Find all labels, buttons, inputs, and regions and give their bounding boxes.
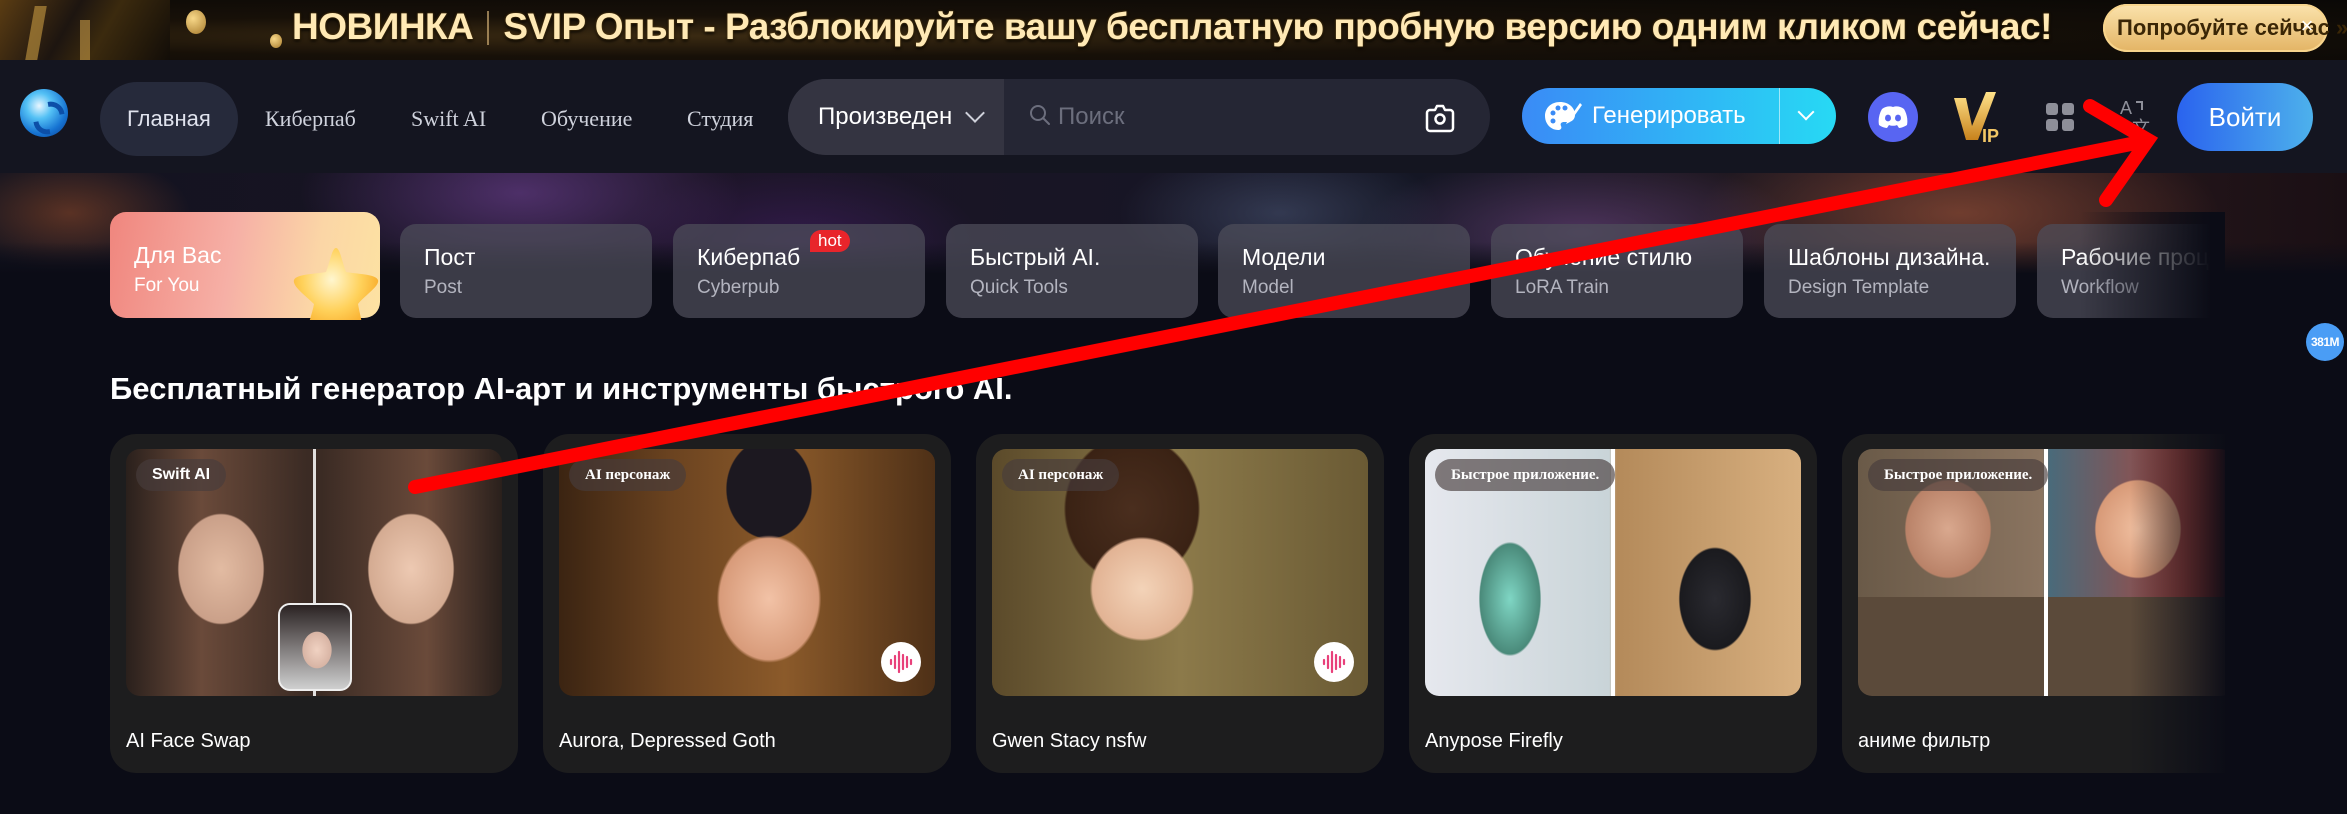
nav-item-label: Главная [127,106,211,131]
svg-text:IP: IP [1982,126,1999,146]
page: НОВИНКА SVIP Опыт - Разблокируйте вашу бе… [0,0,2347,814]
promo-text: НОВИНКА SVIP Опыт - Разблокируйте вашу бе… [292,6,2052,48]
tab-subtitle: LoRA Train [1515,277,1609,298]
promo-badge: НОВИНКА [292,6,474,47]
hot-badge: hot [810,230,850,252]
card-face-swap[interactable]: Swift AI AI Face Swap [110,434,518,773]
search-type-dropdown[interactable]: Произведен [788,79,1004,155]
promo-banner[interactable]: НОВИНКА SVIP Опыт - Разблокируйте вашу бе… [0,0,2347,60]
camera-icon[interactable] [1422,100,1458,136]
card-gwen-stacy[interactable]: AI персонаж Gwen Stacy nsfw [976,434,1384,773]
chevron-down-icon [965,103,985,123]
tab-subtitle: Cyberpub [697,277,780,298]
card-tag: Быстрое приложение. [1435,459,1616,491]
star-icon [293,248,379,320]
search-input[interactable] [1058,79,1408,155]
tab-title: Пост [424,244,476,270]
tab-title: Обучение стилю [1515,244,1693,270]
card-tag: Swift AI [136,459,227,491]
tab-subtitle: Design Template [1788,277,1930,298]
tab-design-template[interactable]: Шаблоны дизайна. Design Template [1764,224,2016,318]
gift-box-image [0,0,170,60]
tab-subtitle: Model [1242,277,1294,298]
counter-badge[interactable]: 381M [2306,323,2344,361]
card-image: Swift AI [126,449,502,696]
tab-model[interactable]: Модели Model [1218,224,1470,318]
promo-message: SVIP Опыт - Разблокируйте вашу бесплатну… [503,6,2052,47]
card-image: AI персонаж [559,449,935,696]
tab-post[interactable]: Пост Post [400,224,652,318]
coin-decoration [270,34,282,48]
tab-lora-train[interactable]: Обучение стилю LoRA Train [1491,224,1743,318]
logo-icon[interactable] [20,89,68,137]
chevron-down-icon [1797,103,1815,121]
tab-title: Быстрый AI. [970,244,1101,270]
nav-item-swift-ai[interactable]: Swift AI [384,82,513,156]
category-tabs: Для Вас For You Пост Post Киберпаб Cyber… [110,212,2225,320]
nav-item-home[interactable]: Главная [100,82,238,156]
nav-item-cyberpub[interactable]: Киберпаб [238,82,383,156]
svg-text:文: 文 [2132,118,2150,136]
translate-icon[interactable]: A 文 [2118,96,2154,136]
nav-item-training[interactable]: Обучение [514,82,659,156]
card-image: AI персонаж [992,449,1368,696]
tab-title: Модели [1242,244,1326,270]
nav-item-label: Swift AI [411,106,487,131]
svg-text:A: A [2120,98,2132,118]
search-type-label: Произведен [818,103,953,130]
source-face-thumbnail [278,603,352,691]
promo-separator [487,11,490,45]
close-icon[interactable]: × [2293,12,2321,40]
login-button[interactable]: Войти [2177,83,2313,151]
generate-button[interactable]: Генерировать [1522,88,1780,144]
card-anypose-firefly[interactable]: Быстрое приложение. Anypose Firefly [1409,434,1817,773]
tab-for-you[interactable]: Для Вас For You [110,212,380,320]
cards-scroll-fade [2130,430,2230,775]
card-title: AI Face Swap [126,730,251,752]
tab-title: Шаблоны дизайна. [1788,244,1991,270]
nav-item-studio[interactable]: Студия [660,82,780,156]
tool-cards: Swift AI AI Face Swap AI персонаж Aurora… [110,434,2225,774]
card-title: аниме фильтр [1858,730,1991,752]
voice-icon[interactable] [1314,642,1354,682]
card-tag: Быстрое приложение. [1868,459,2049,491]
voice-icon[interactable] [881,642,921,682]
search-bar: Произведен [788,79,1490,155]
login-label: Войти [2208,101,2282,132]
search-icon [1030,105,1050,125]
palette-icon [1545,102,1582,130]
tab-subtitle: Quick Tools [970,277,1068,298]
nav-item-label: Киберпаб [265,106,356,131]
generate-dropdown-button[interactable] [1780,88,1836,144]
tab-subtitle: Post [424,277,463,298]
tab-quick-tools[interactable]: Быстрый AI. Quick Tools [946,224,1198,318]
nav-item-label: Студия [687,106,754,131]
card-title: Gwen Stacy nsfw [992,730,1147,752]
section-title: Бесплатный генератор AI-арт и инструмент… [110,371,1013,406]
tab-title: Киберпаб [697,244,801,270]
vip-icon[interactable]: IP [1952,88,2004,146]
generate-label: Генерировать [1592,102,1746,129]
card-image: Быстрое приложение. [1425,449,1801,696]
card-title: Anypose Firefly [1425,730,1563,752]
card-tag: AI персонаж [1002,459,1120,491]
card-title: Aurora, Depressed Goth [559,730,776,752]
card-tag: AI персонаж [569,459,687,491]
discord-icon[interactable] [1868,92,1918,142]
tab-cyberpub[interactable]: Киберпаб Cyberpub hot [673,224,925,318]
top-nav: Главная Киберпаб Swift AI Обучение Студи… [0,60,2347,173]
card-aurora[interactable]: AI персонаж Aurora, Depressed Goth [543,434,951,773]
coin-decoration [186,10,206,34]
tabs-scroll-fade [2080,212,2225,322]
generate-button-group: Генерировать [1522,88,1836,144]
nav-item-label: Обучение [541,106,633,131]
apps-grid-icon[interactable] [2046,103,2074,131]
